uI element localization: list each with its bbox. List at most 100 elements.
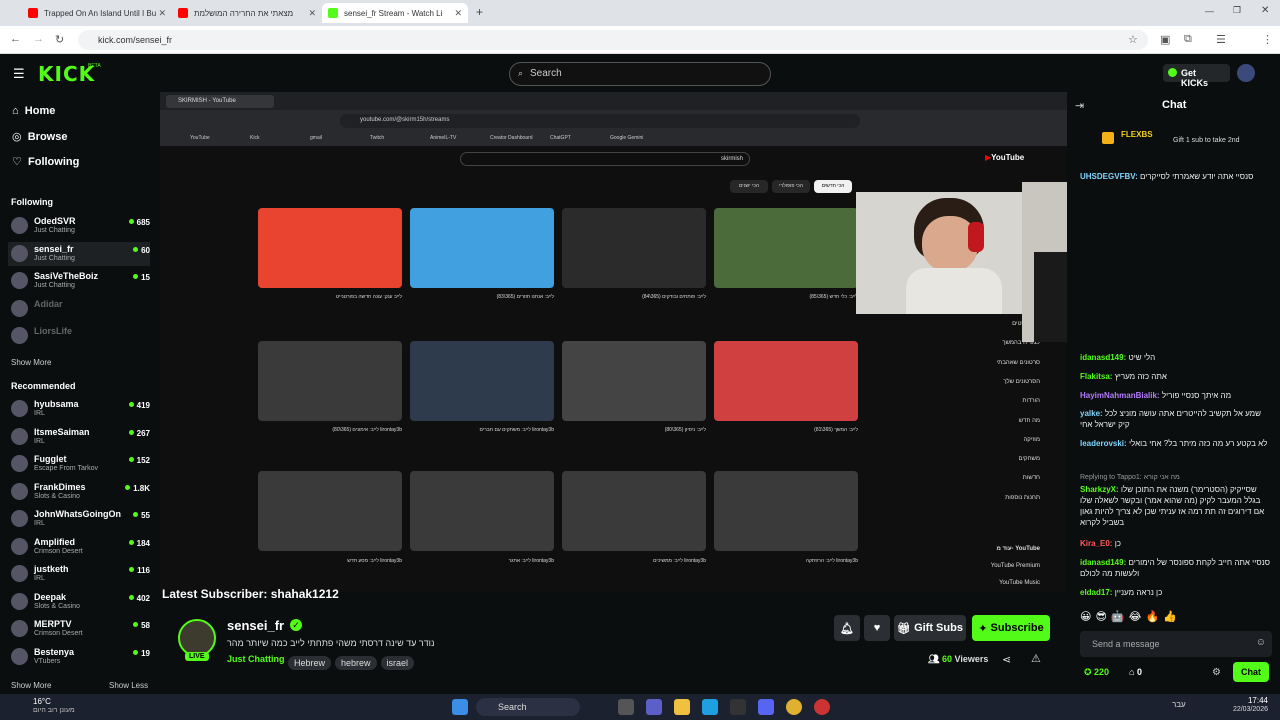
chat-username[interactable]: leaderovski: [1080, 439, 1127, 448]
channel-avatar [11, 565, 28, 582]
bookmark-star-icon[interactable]: ☆ [1128, 33, 1138, 46]
chat-username[interactable]: idanasd149: [1080, 558, 1126, 567]
file-explorer-icon[interactable] [674, 699, 690, 715]
subscribe-button[interactable]: ✦ Subscribe [972, 615, 1050, 641]
nav-browse[interactable]: ◎ Browse [12, 130, 67, 143]
follow-heart-button[interactable]: ♥ [864, 615, 890, 641]
clock-time[interactable]: 17:44 [1220, 696, 1268, 705]
show-less-button[interactable]: Show Less [109, 681, 148, 690]
language-indicator[interactable]: עבר [1172, 700, 1186, 709]
stream-category[interactable]: Just Chatting [227, 654, 285, 664]
chrome-icon[interactable] [786, 699, 802, 715]
show-more-recommended-button[interactable]: Show More [11, 681, 51, 690]
show-more-button[interactable]: Show More [11, 358, 51, 367]
taskbar-search[interactable]: Search [476, 698, 580, 716]
kicks-coin-icon [1168, 68, 1177, 77]
channel-avatar [11, 510, 28, 527]
channel-row[interactable]: hyubsama IRL 419 [8, 397, 150, 421]
share-icon[interactable]: ⋖ [1002, 653, 1011, 666]
weather-temp[interactable]: 16°C [33, 697, 51, 706]
channel-category: Crimson Desert [34, 630, 83, 637]
window-close-button[interactable]: ✕ [1261, 5, 1269, 16]
emoji-icon[interactable]: ☺ [1256, 637, 1266, 648]
channel-row[interactable]: Bestenya VTubers 19 [8, 645, 150, 669]
pinned-user[interactable]: UHSDEGVFBV: [1080, 172, 1138, 181]
channel-row[interactable]: LiorsLife [8, 324, 150, 348]
notification-bell-button[interactable]: 🔔︎ [834, 615, 860, 641]
channel-row[interactable]: ItsmeSaiman IRL 267 [8, 425, 150, 449]
extensions-puzzle-icon[interactable]: ⧉ [1184, 33, 1192, 46]
browser-tab-active[interactable]: sensei_fr Stream - Watch Li ✕ [322, 3, 468, 23]
hamburger-menu-icon[interactable]: ☰ [13, 66, 25, 82]
channel-row[interactable]: justketh IRL 116 [8, 562, 150, 586]
windows-start-icon[interactable] [452, 699, 468, 715]
tag[interactable]: hebrew [335, 656, 377, 670]
user-avatar[interactable] [1237, 64, 1255, 82]
close-icon[interactable]: ✕ [454, 8, 462, 19]
maximize-button[interactable]: ❐ [1233, 5, 1241, 16]
channel-row[interactable]: Deepak Slots & Casino 402 [8, 590, 150, 614]
url-input[interactable]: kick.com/sensei_fr [78, 30, 1148, 50]
channel-row[interactable]: JohnWhatsGoingOn IRL 55 [8, 507, 150, 531]
browser-menu-icon[interactable]: ⋮ [1262, 33, 1273, 46]
channel-row[interactable]: sensei_fr Just Chatting 60 [8, 241, 150, 266]
channel-row[interactable]: OdedSVR Just Chatting 685 [8, 214, 150, 238]
top-gifter-name[interactable]: FLEXBS [1121, 130, 1153, 139]
chat-username[interactable]: Kira_E0: [1080, 539, 1112, 548]
chat-username[interactable]: idanasd149: [1080, 353, 1126, 362]
task-view-icon[interactable] [618, 699, 634, 715]
reload-icon[interactable]: ↻ [55, 33, 64, 46]
channel-row[interactable]: Fugglet Escape From Tarkov 152 [8, 452, 150, 476]
close-icon[interactable]: ✕ [308, 8, 316, 19]
channel-row[interactable]: SasiVeTheBoiz Just Chatting 15 [8, 269, 150, 293]
emote-bar[interactable]: 😀😎🤖😂🔥👍 [1080, 610, 1272, 624]
teams-icon[interactable] [646, 699, 662, 715]
reading-list-icon[interactable]: ☰ [1216, 33, 1226, 46]
gift-sub-prompt[interactable]: Gift 1 sub to take 2nd [1173, 137, 1240, 144]
yt-menu-item: YouTube Premium [990, 563, 1040, 569]
forward-icon[interactable]: → [33, 33, 44, 45]
minimize-button[interactable]: — [1205, 6, 1214, 16]
store-icon[interactable] [730, 699, 746, 715]
extension-icon[interactable]: ▣ [1160, 33, 1170, 46]
chat-username[interactable]: HayimNahmanBialik: [1080, 391, 1160, 400]
nav-home[interactable]: ⌂ Home [12, 105, 55, 117]
channel-category: IRL [34, 575, 45, 582]
back-icon[interactable]: ← [10, 33, 21, 45]
channel-name: Amplified [34, 536, 76, 547]
channel-row[interactable]: Adidar [8, 297, 150, 321]
kicks-balance[interactable]: ✪ 220 [1084, 667, 1109, 678]
chat-settings-icon[interactable]: ⚙ [1212, 667, 1221, 678]
channel-row[interactable]: FrankDimes Slots & Casino 1.8K [8, 480, 150, 504]
chat-username[interactable]: yalke: [1080, 409, 1103, 418]
search-input[interactable]: ⌕ Search [509, 62, 771, 86]
channel-row[interactable]: Amplified Crimson Desert 184 [8, 535, 150, 559]
collapse-chat-icon[interactable]: ⇥ [1075, 99, 1084, 112]
video-player[interactable]: SKIRMISH - YouTube youtube.com/@skirm15h… [160, 92, 1067, 592]
channel-row[interactable]: MERPTV Crimson Desert 58 [8, 617, 150, 641]
discord-icon[interactable] [758, 699, 774, 715]
chat-input[interactable]: Send a message ☺ [1080, 631, 1272, 657]
chat-message: idanasd149: סנסיי אתה חייב לקחת ספונסר ש… [1080, 557, 1270, 579]
browser-tab[interactable]: Trapped On An Island Until I Bu ✕ [22, 3, 172, 23]
points-balance[interactable]: ⌂ 0 [1129, 667, 1142, 677]
close-icon[interactable]: ✕ [158, 8, 166, 19]
report-icon[interactable]: ⚠ [1031, 652, 1041, 665]
chat-username[interactable]: Flakitsa: [1080, 372, 1112, 381]
app-icon[interactable] [814, 699, 830, 715]
chat-username[interactable]: eldad17: [1080, 588, 1112, 597]
viewer-number: 60 [941, 654, 952, 664]
send-chat-button[interactable]: Chat [1233, 662, 1269, 682]
tag[interactable]: Hebrew [288, 656, 332, 670]
new-tab-button[interactable]: + [476, 5, 483, 19]
edge-icon[interactable] [702, 699, 718, 715]
tag[interactable]: israel [380, 656, 415, 670]
chat-username[interactable]: SharkzyX: [1080, 485, 1119, 494]
browser-tab[interactable]: מצאתי את החרירה המושלמת ✕ [172, 3, 322, 23]
kick-logo[interactable]: KICK [38, 62, 95, 86]
subscribe-label: Subscribe [990, 622, 1044, 634]
nav-following[interactable]: ♡ Following [12, 155, 79, 168]
gift-subs-button[interactable]: 🎁︎ Gift Subs [894, 615, 966, 641]
channel-name[interactable]: sensei_fr [227, 618, 284, 633]
get-kicks-button[interactable]: Get KICKs [1163, 64, 1230, 88]
